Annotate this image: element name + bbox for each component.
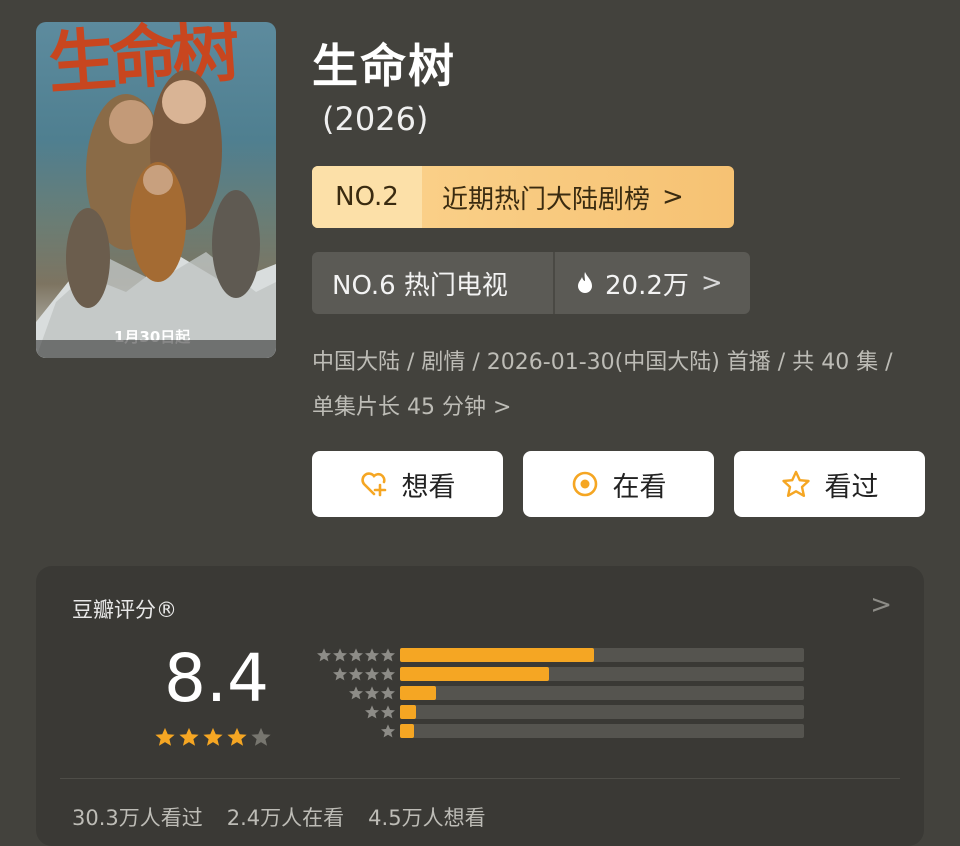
- small-star-icon: [349, 686, 363, 700]
- small-star-icon: [365, 705, 379, 719]
- watched-label: 看过: [824, 471, 879, 503]
- tv-rank-label: NO.6 热门电视: [332, 270, 508, 301]
- heat-count: 20.2万: [605, 270, 689, 301]
- audience-stats: 30.3万人看过 2.4万人在看 4.5万人想看: [72, 802, 486, 832]
- rating-star-icon: [227, 727, 247, 746]
- chevron-right-icon: >: [700, 268, 723, 298]
- watching-count: 2.4万人在看: [226, 806, 345, 830]
- small-star-icon: [365, 648, 379, 662]
- small-star-icon: [349, 667, 363, 681]
- flame-icon: [578, 272, 592, 293]
- rating-stars: [154, 726, 272, 748]
- distribution-bar: [400, 648, 594, 662]
- watching-label: 在看: [612, 471, 667, 503]
- show-meta-info[interactable]: 中国大陆 / 剧情 / 2026-01-30(中国大陆) 首播 / 共 40 集…: [312, 340, 912, 430]
- small-star-icon: [333, 667, 347, 681]
- rating-score: 8.4: [164, 640, 269, 717]
- want-to-watch-button[interactable]: 想看: [312, 451, 503, 517]
- distribution-star-label: [348, 685, 396, 701]
- page-title: 生命树: [312, 39, 456, 93]
- small-star-icon: [365, 686, 379, 700]
- chevron-right-icon: >: [662, 182, 684, 212]
- rank-list-name: 近期热门大陆剧榜 >: [422, 166, 734, 228]
- rating-card[interactable]: 豆瓣评分® > 8.4 30.3万人看过 2.4万人在看 4.5万人想看: [36, 566, 924, 846]
- small-star-icon: [381, 648, 395, 662]
- distribution-star-label: [364, 704, 396, 720]
- rating-star-icon: [155, 727, 175, 746]
- watching-button[interactable]: 在看: [523, 451, 714, 517]
- rank-list-label: 近期热门大陆剧榜: [442, 184, 651, 215]
- distribution-bar: [400, 667, 549, 681]
- small-star-icon: [381, 667, 395, 681]
- want-count: 4.5万人想看: [368, 806, 486, 830]
- distribution-bar-track: [400, 648, 804, 662]
- distribution-star-label: [380, 723, 396, 739]
- rating-star-icon: [179, 727, 199, 746]
- distribution-bar: [400, 686, 436, 700]
- small-star-icon: [317, 648, 331, 662]
- small-star-icon: [333, 648, 347, 662]
- rating-heading: 豆瓣评分®: [72, 598, 177, 622]
- poster-figures-art: [36, 70, 276, 358]
- heat-value: 20.2万 >: [555, 252, 750, 314]
- distribution-star-label: [332, 666, 396, 682]
- rank-badge-primary[interactable]: NO.2 近期热门大陆剧榜 >: [312, 166, 734, 228]
- heart-plus-icon: [360, 472, 386, 497]
- distribution-bar-track: [400, 705, 804, 719]
- card-divider: [60, 778, 900, 779]
- watched-count: 30.3万人看过: [72, 806, 203, 830]
- watched-button[interactable]: 看过: [734, 451, 925, 517]
- rating-star-icon: [203, 727, 223, 746]
- small-star-icon: [365, 667, 379, 681]
- distribution-bar-track: [400, 724, 804, 738]
- chevron-right-icon[interactable]: >: [870, 590, 892, 620]
- rank-number: NO.2: [312, 166, 422, 228]
- small-star-icon: [349, 648, 363, 662]
- small-star-icon: [381, 686, 395, 700]
- poster-footer-strip: [36, 340, 276, 358]
- small-star-icon: [381, 724, 395, 738]
- star-outline-icon: [781, 470, 810, 497]
- distribution-bar-track: [400, 667, 804, 681]
- distribution-bar: [400, 705, 416, 719]
- want-to-watch-label: 想看: [401, 471, 456, 503]
- rank-badge-secondary[interactable]: NO.6 热门电视 20.2万 >: [312, 252, 750, 314]
- rating-star-icon: [251, 727, 271, 746]
- distribution-bar: [400, 724, 414, 738]
- small-star-icon: [381, 705, 395, 719]
- poster-image[interactable]: 生命树 1月30日起: [36, 22, 276, 358]
- target-icon: [572, 471, 597, 497]
- release-year: (2026): [322, 100, 429, 138]
- distribution-star-label: [316, 647, 396, 663]
- distribution-bar-track: [400, 686, 804, 700]
